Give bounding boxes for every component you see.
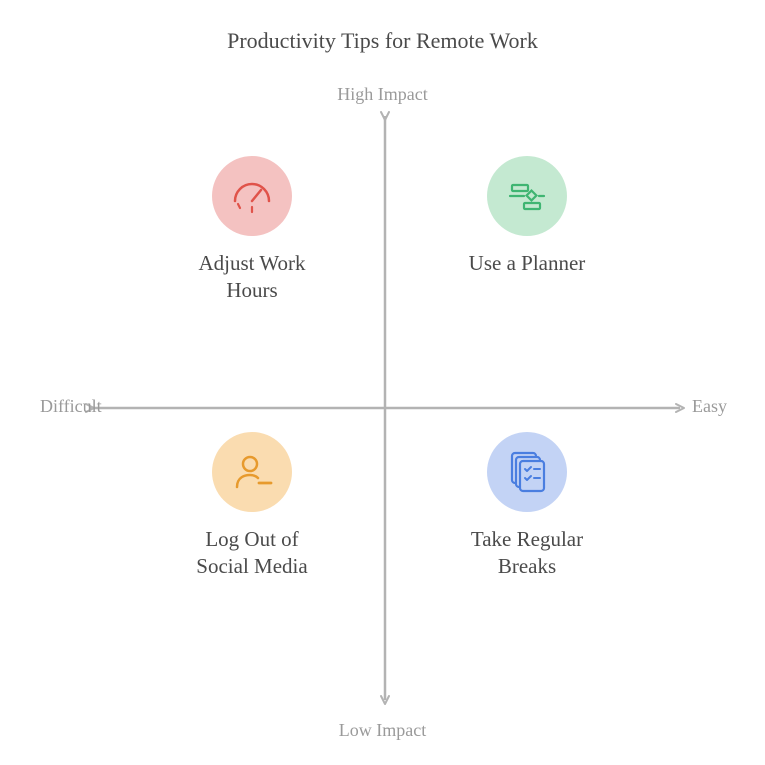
checklists-icon [487,432,567,512]
quadrant-item-label: Adjust WorkHours [198,250,305,305]
quadrant-axes [0,0,765,765]
user-minus-icon [212,432,292,512]
quadrant-item-label: Use a Planner [469,250,586,277]
x-axis-negative-label: Difficult [40,396,102,417]
quadrant-item-log-out-social-media: Log Out ofSocial Media [132,432,372,581]
quadrant-item-adjust-work-hours: Adjust WorkHours [132,156,372,305]
x-axis-positive-label: Easy [692,396,727,417]
quadrant-item-take-regular-breaks: Take RegularBreaks [407,432,647,581]
y-axis-negative-label: Low Impact [339,720,426,741]
quadrant-item-use-a-planner: Use a Planner [407,156,647,277]
gantt-icon [487,156,567,236]
gauge-icon [212,156,292,236]
y-axis-positive-label: High Impact [337,84,427,105]
quadrant-item-label: Log Out ofSocial Media [196,526,307,581]
chart-title: Productivity Tips for Remote Work [0,28,765,54]
quadrant-item-label: Take RegularBreaks [471,526,583,581]
